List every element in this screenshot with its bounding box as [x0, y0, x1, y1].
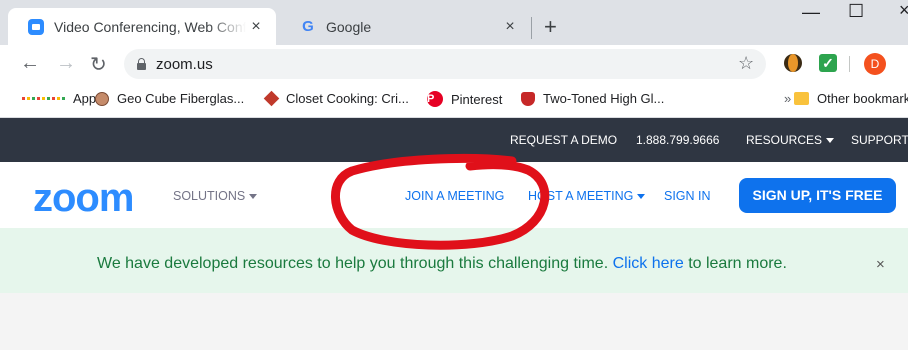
banner-message: We have developed resources to help you …	[97, 255, 787, 273]
bookmark-pinterest[interactable]: P Pinterest	[427, 91, 502, 107]
bookmark-label: Geo Cube Fiberglas...	[117, 91, 245, 106]
bookmark-two-toned[interactable]: Two-Toned High Gl...	[521, 91, 664, 106]
utility-bar: REQUEST A DEMO 1.888.799.9666 RESOURCES …	[0, 118, 908, 162]
tab-strip: Video Conferencing, Web Conferencing × G…	[0, 0, 908, 45]
window-close-button[interactable]: ×	[899, 0, 908, 21]
folder-icon	[794, 92, 809, 105]
bookmark-apps[interactable]: Apps	[22, 91, 103, 106]
tab-google[interactable]: G Google ×	[280, 8, 530, 45]
zoom-icon	[28, 18, 44, 35]
extension-icon[interactable]	[784, 54, 802, 72]
chevron-down-icon	[826, 138, 835, 144]
sign-in-link[interactable]: SIGN IN	[664, 189, 711, 203]
forward-button[interactable]: →	[56, 52, 76, 75]
address-text[interactable]: zoom.us	[156, 56, 213, 73]
browser-toolbar: ← → ↻ zoom.us ☆ ✓ D	[0, 45, 908, 83]
request-demo-link[interactable]: REQUEST A DEMO	[510, 133, 617, 147]
tab-close-icon[interactable]: ×	[500, 18, 520, 36]
toolbar-divider	[849, 56, 850, 72]
back-button[interactable]: ←	[20, 52, 40, 75]
solutions-menu[interactable]: SOLUTIONS	[173, 189, 258, 203]
main-nav: zoom SOLUTIONS JOIN A MEETING HOST A MEE…	[0, 162, 908, 228]
resources-menu[interactable]: RESOURCES	[746, 133, 835, 147]
maximize-button[interactable]: ☐	[848, 1, 864, 22]
shield-icon	[521, 91, 535, 106]
host-meeting-menu[interactable]: HOST A MEETING	[528, 189, 646, 203]
google-icon: G	[302, 18, 314, 35]
checkmark-extension-icon[interactable]: ✓	[819, 54, 837, 72]
zoom-logo[interactable]: zoom	[33, 176, 134, 220]
join-meeting-link[interactable]: JOIN A MEETING	[405, 189, 504, 203]
chevron-down-icon	[637, 194, 646, 200]
bookmark-other[interactable]: Other bookmarks	[794, 91, 908, 106]
notice-banner: We have developed resources to help you …	[0, 228, 908, 293]
bookmark-geo-cube[interactable]: Geo Cube Fiberglas...	[95, 91, 244, 106]
chevron-down-icon	[249, 194, 258, 200]
tab-title: Video Conferencing, Web Conferencing	[54, 18, 246, 35]
banner-click-here-link[interactable]: Click here	[613, 255, 684, 272]
bookmark-label: Closet Cooking: Cri...	[286, 91, 409, 106]
bookmark-star-icon[interactable]: ☆	[738, 53, 754, 74]
address-bar[interactable]: zoom.us	[124, 49, 766, 79]
banner-text-end: to learn more.	[688, 255, 787, 272]
sign-up-button[interactable]: SIGN UP, IT'S FREE	[739, 178, 896, 213]
solutions-label: SOLUTIONS	[173, 189, 246, 203]
support-link[interactable]: SUPPORT	[851, 133, 908, 147]
closet-cooking-icon	[263, 90, 279, 107]
new-tab-button[interactable]: +	[544, 14, 557, 40]
tab-zoom[interactable]: Video Conferencing, Web Conferencing ×	[8, 8, 276, 45]
bookmark-label: Pinterest	[451, 91, 503, 107]
page-body	[0, 293, 908, 350]
banner-text-start: We have developed resources to help you …	[97, 255, 609, 272]
bookmarks-overflow-button[interactable]: »	[784, 91, 791, 106]
tab-divider	[531, 17, 532, 39]
geo-cube-icon	[95, 91, 109, 106]
tab-title: Google	[326, 18, 372, 35]
bookmark-closet-cooking[interactable]: Closet Cooking: Cri...	[263, 90, 409, 107]
phone-number[interactable]: 1.888.799.9666	[636, 133, 719, 147]
profile-avatar[interactable]: D	[864, 53, 886, 75]
lock-icon	[137, 58, 146, 70]
bookmark-label: Other bookmarks	[817, 91, 908, 106]
minimize-button[interactable]: —	[802, 2, 820, 23]
bookmark-label: Two-Toned High Gl...	[543, 91, 665, 106]
host-label: HOST A MEETING	[528, 189, 634, 203]
pinterest-icon: P	[427, 91, 443, 107]
resources-label: RESOURCES	[746, 133, 823, 147]
reload-button[interactable]: ↻	[90, 52, 107, 77]
bookmarks-bar: Apps Geo Cube Fiberglas... Closet Cookin…	[0, 83, 908, 118]
tab-close-icon[interactable]: ×	[246, 18, 266, 36]
banner-close-icon[interactable]: ×	[876, 256, 885, 273]
apps-icon	[22, 97, 65, 100]
